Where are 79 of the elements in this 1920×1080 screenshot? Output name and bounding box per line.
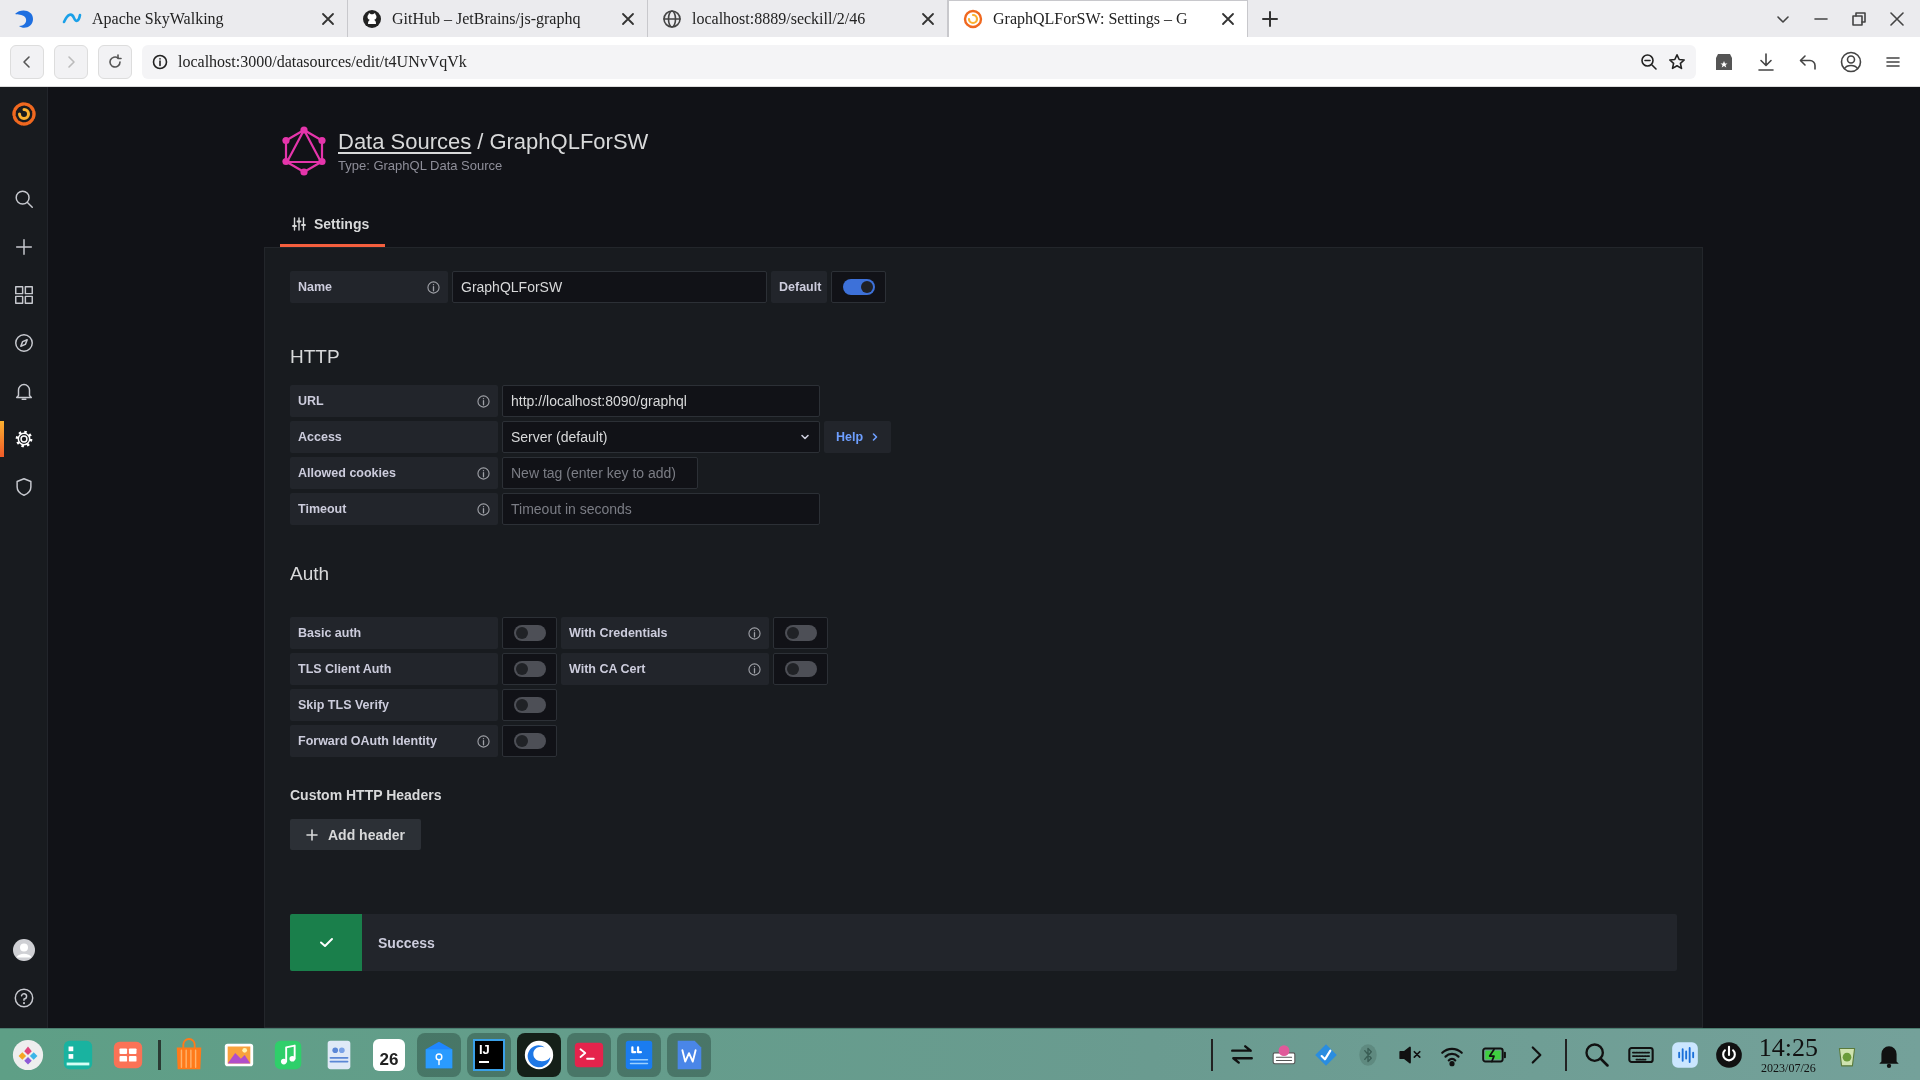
field-label: With CA Cert: [561, 653, 769, 685]
search-icon[interactable]: [1582, 1040, 1611, 1069]
restore-icon[interactable]: [1852, 11, 1866, 26]
page-subtitle: Type: GraphQL Data Source: [338, 158, 504, 173]
info-icon[interactable]: [477, 394, 490, 408]
field-label: URL: [290, 385, 498, 417]
field-label: Allowed cookies: [290, 457, 498, 489]
info-icon[interactable]: [477, 734, 490, 748]
clock[interactable]: 14:25 2023/07/26: [1758, 1035, 1818, 1074]
info-icon[interactable]: [477, 502, 490, 516]
close-icon[interactable]: [921, 11, 935, 26]
breadcrumb-link[interactable]: Data Sources: [338, 129, 472, 155]
toggle-switch[interactable]: [784, 625, 817, 641]
star-icon[interactable]: [1668, 52, 1686, 71]
chevron-right-icon: [871, 432, 880, 442]
swirl-logo-icon[interactable]: [10, 101, 37, 127]
search-icon[interactable]: [12, 188, 35, 210]
info-icon[interactable]: [748, 662, 761, 676]
field-label: Basic auth: [290, 617, 498, 649]
toggle-switch[interactable]: [513, 625, 546, 641]
browser-tab[interactable]: GraphQLForSW: Settings – G: [948, 0, 1248, 37]
close-icon[interactable]: [1221, 12, 1235, 26]
page-title: GraphQLForSW: [489, 129, 649, 155]
zoom-out-icon[interactable]: [1640, 52, 1658, 71]
name-input[interactable]: GraphQLForSW: [452, 271, 767, 303]
graphql-logo-icon: [282, 126, 326, 176]
field-label: Default: [771, 271, 827, 303]
close-icon[interactable]: [321, 11, 335, 26]
info-icon[interactable]: [427, 280, 440, 294]
avatar-icon[interactable]: [11, 938, 36, 962]
toggle-switch[interactable]: [842, 279, 875, 295]
swirl-logo-icon: [963, 9, 983, 29]
info-icon[interactable]: [152, 53, 168, 70]
breadcrumb-separator: /: [477, 129, 484, 155]
address-bar[interactable]: localhost:3000/datasources/edit/t4UNvVqVk: [142, 44, 1696, 79]
launcher-icon[interactable]: [11, 1037, 45, 1072]
section-heading: HTTP: [290, 345, 341, 369]
toggle-switch[interactable]: [513, 697, 546, 713]
plus-icon: [306, 828, 318, 841]
field-label: Access: [290, 421, 498, 453]
field-label: Skip TLS Verify: [290, 689, 498, 721]
section-heading: Custom HTTP Headers: [290, 786, 443, 805]
section-heading: Auth: [290, 562, 331, 586]
text-input[interactable]: Timeout in seconds: [502, 493, 820, 525]
reload-button[interactable]: [98, 44, 132, 79]
toggle-switch[interactable]: [784, 661, 817, 677]
ide-icon[interactable]: IJ: [473, 1038, 505, 1071]
select-dropdown[interactable]: Server (default): [502, 421, 820, 453]
sliders-icon: [292, 217, 306, 231]
power-icon[interactable]: [1714, 1040, 1743, 1069]
reload-icon: [107, 53, 123, 70]
github-icon: [362, 8, 382, 29]
box-icon[interactable]: [1714, 51, 1734, 72]
info-icon[interactable]: [477, 466, 490, 480]
help-icon[interactable]: [12, 987, 35, 1009]
compass-icon[interactable]: [12, 332, 35, 354]
info-icon[interactable]: [748, 626, 761, 640]
field-label: Timeout: [290, 493, 498, 525]
voice-assistant-icon[interactable]: [1670, 1040, 1699, 1069]
tag-input[interactable]: New tag (enter key to add): [502, 457, 698, 489]
calendar-icon[interactable]: 26: [373, 1038, 405, 1071]
toggle-switch[interactable]: [513, 661, 546, 677]
add-header-button[interactable]: Add header: [290, 819, 421, 850]
url-input[interactable]: http://localhost:8090/graphql: [502, 385, 820, 417]
account-icon[interactable]: [1840, 50, 1862, 73]
download-icon[interactable]: [1756, 51, 1776, 72]
help-button[interactable]: Help: [824, 421, 892, 453]
toggle-switch[interactable]: [513, 733, 546, 749]
field-label: Forward OAuth Identity: [290, 725, 498, 757]
back-button[interactable]: [10, 44, 44, 79]
field-label: Name: [290, 271, 448, 303]
close-icon[interactable]: [1890, 11, 1904, 26]
alert-text: Success: [377, 933, 435, 953]
grid-icon[interactable]: [12, 284, 35, 306]
field-label: TLS Client Auth: [290, 653, 498, 685]
globe-icon: [662, 8, 682, 29]
field-label: With Credentials: [561, 617, 769, 649]
close-icon[interactable]: [621, 11, 635, 26]
new-tab-icon[interactable]: [1262, 10, 1278, 27]
